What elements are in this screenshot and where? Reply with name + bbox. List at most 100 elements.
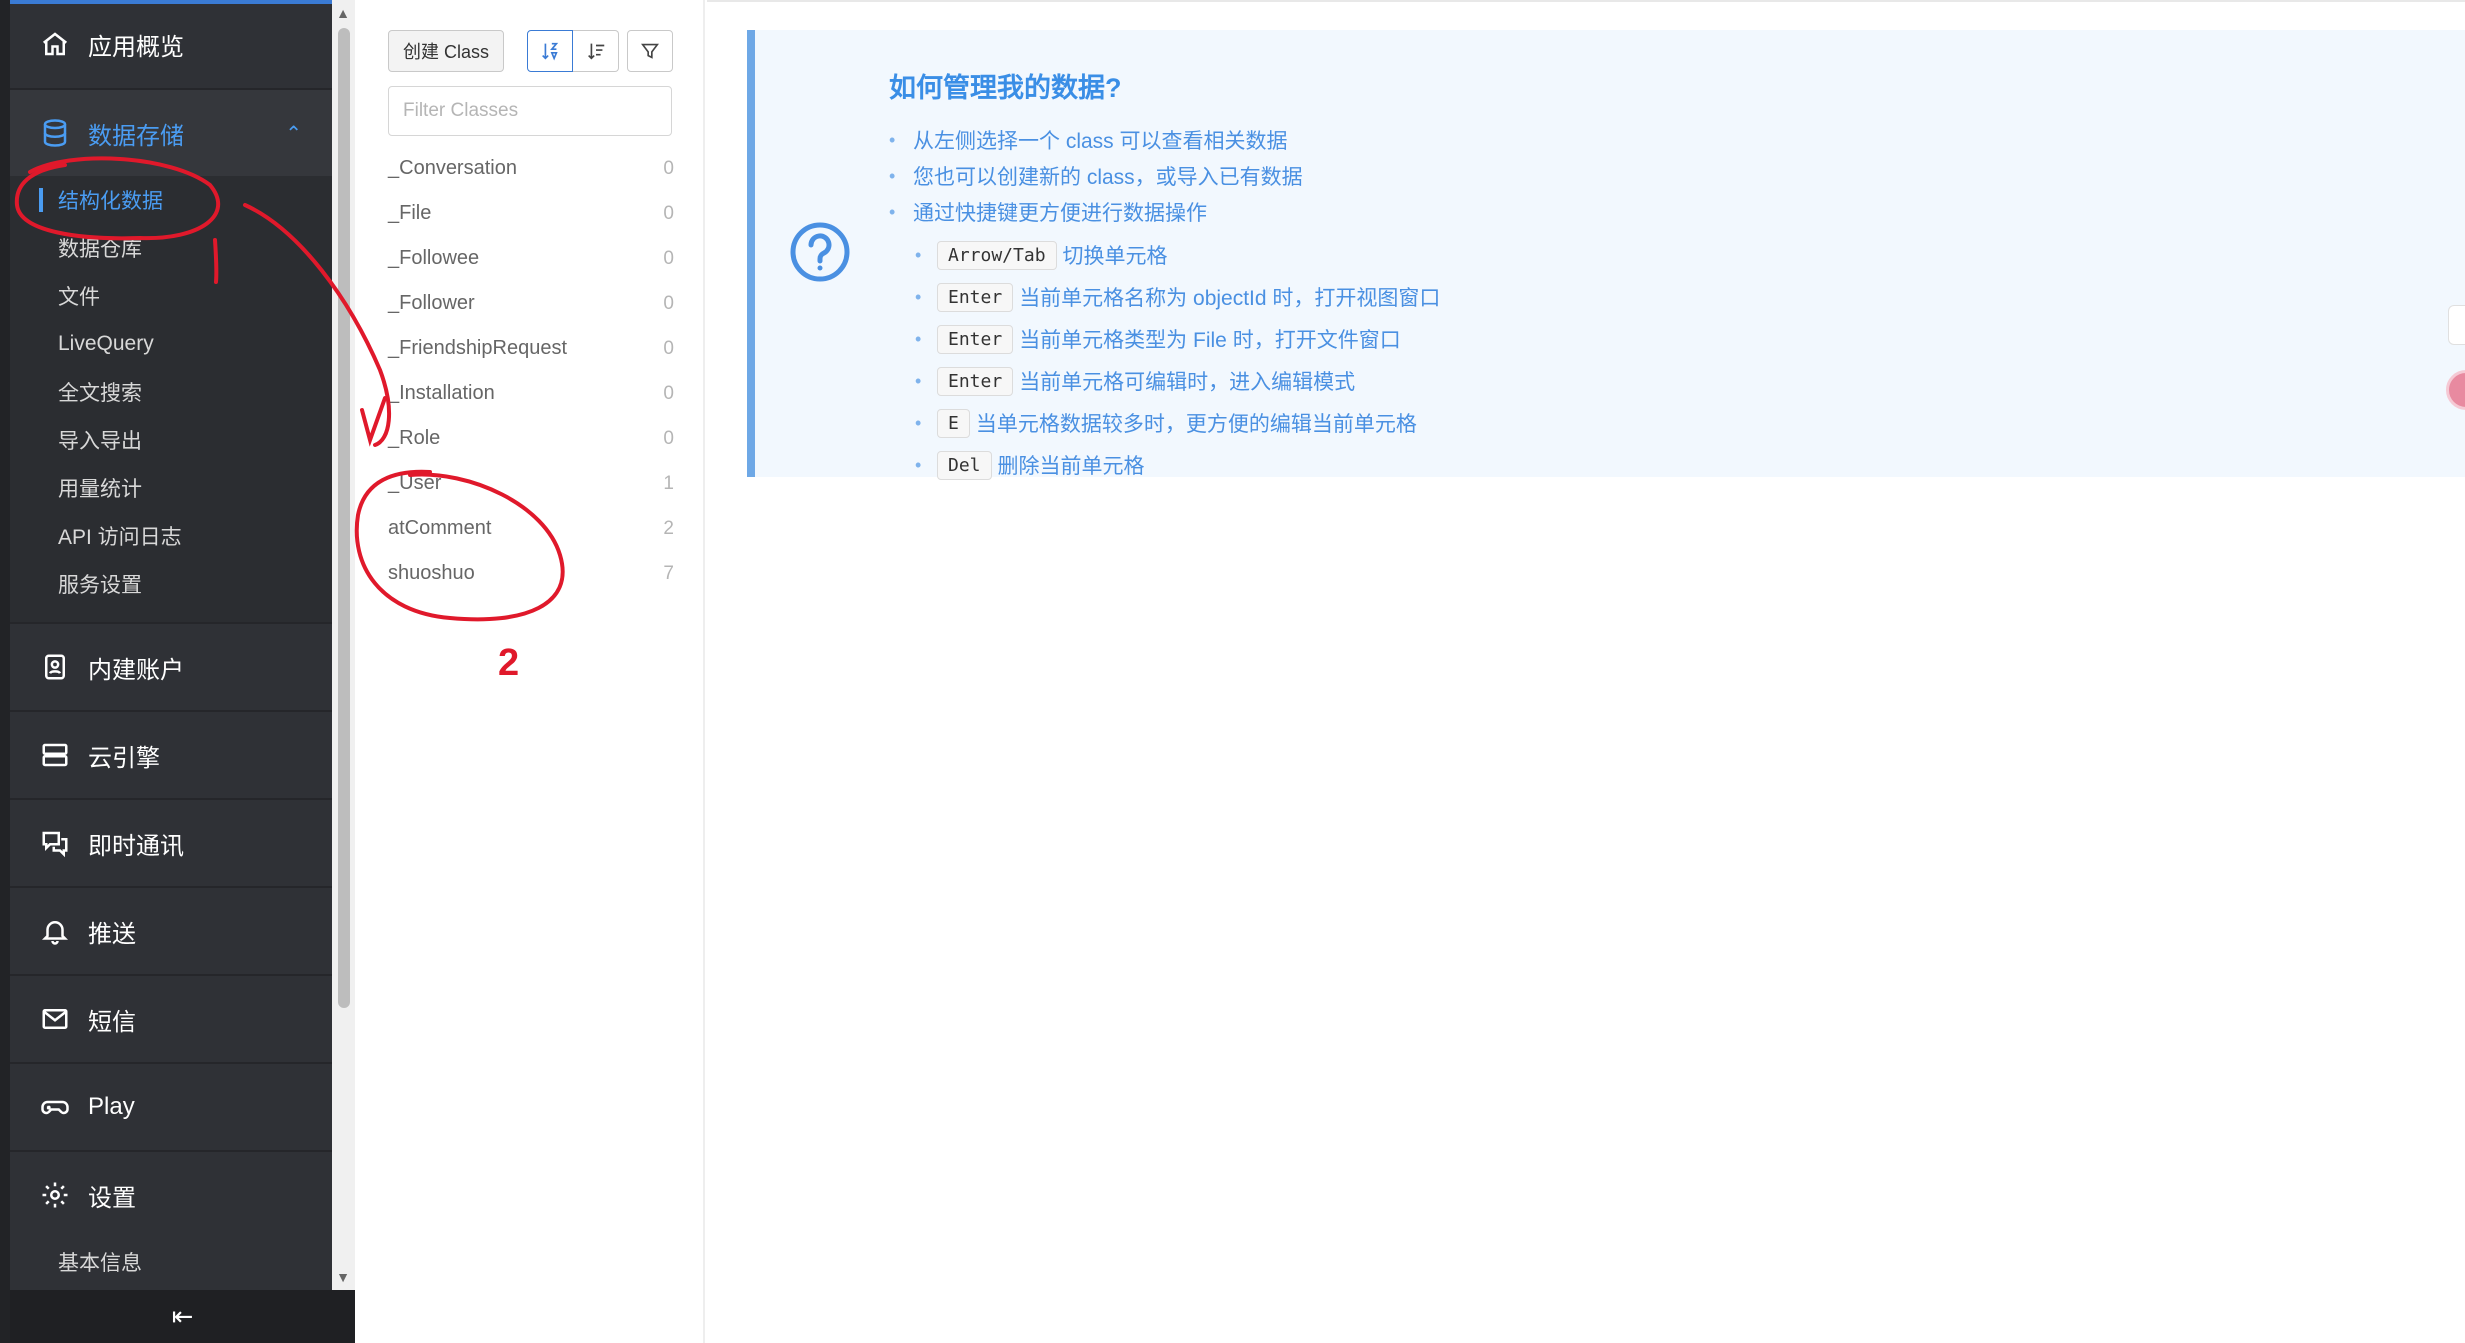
contact-card-icon bbox=[38, 650, 72, 684]
shortcut-key: Enter bbox=[937, 366, 1014, 396]
class-count: 0 bbox=[663, 247, 674, 269]
sub-livequery[interactable]: LiveQuery bbox=[10, 320, 332, 368]
nav-storage-label: 数据存储 bbox=[88, 122, 184, 150]
class-count: 0 bbox=[663, 382, 674, 404]
floating-grid-widget[interactable] bbox=[2448, 305, 2465, 345]
shortcut-desc: 当前单元格名称为 objectId 时，打开视图窗口 bbox=[1019, 287, 1441, 310]
class-count: 7 bbox=[663, 562, 674, 584]
filter-classes-input[interactable] bbox=[388, 86, 672, 136]
sub-import-export[interactable]: 导入导出 bbox=[10, 416, 332, 464]
chat-icon bbox=[38, 826, 72, 860]
help-bullets: • 从左侧选择一个 class 可以查看相关数据 • 您也可以创建新的 class，… bbox=[889, 122, 1303, 230]
nav-overview[interactable]: 应用概览 bbox=[10, 0, 332, 88]
nav-overview-label: 应用概览 bbox=[88, 33, 184, 61]
sub-files[interactable]: 文件 bbox=[10, 272, 332, 320]
help-title: 如何管理我的数据? bbox=[889, 73, 1122, 103]
help-bullet-text: 您也可以创建新的 class，或导入已有数据 bbox=[913, 166, 1303, 189]
class-item[interactable]: _User 1 bbox=[388, 461, 674, 506]
nav-settings[interactable]: 设置 bbox=[10, 1150, 332, 1238]
nav-im-label: 即时通讯 bbox=[88, 832, 184, 860]
class-item[interactable]: _File 0 bbox=[388, 191, 674, 236]
help-bullet-text: 从左侧选择一个 class 可以查看相关数据 bbox=[913, 130, 1288, 153]
sub-service-settings[interactable]: 服务设置 bbox=[10, 560, 332, 608]
nav-storage[interactable]: 数据存储 ⌃ bbox=[10, 88, 332, 176]
shortcut-desc: 当前单元格类型为 File 时，打开文件窗口 bbox=[1019, 329, 1401, 352]
shortcut-desc: 删除当前单元格 bbox=[997, 455, 1145, 478]
class-item[interactable]: _Installation 0 bbox=[388, 371, 674, 416]
nav-sms-label: 短信 bbox=[88, 1008, 136, 1036]
sort-alpha-icon bbox=[542, 42, 559, 61]
nav-push[interactable]: 推送 bbox=[10, 886, 332, 974]
class-count: 0 bbox=[663, 202, 674, 224]
main-content: 如何管理我的数据? • 从左侧选择一个 class 可以查看相关数据 • 您也可以创… bbox=[707, 0, 2465, 1343]
home-icon bbox=[38, 27, 72, 61]
sort-desc-icon bbox=[587, 43, 604, 60]
nav-engine-label: 云引擎 bbox=[88, 744, 160, 772]
class-name: _File bbox=[388, 202, 432, 224]
nav-im[interactable]: 即时通讯 bbox=[10, 798, 332, 886]
class-count: 0 bbox=[663, 157, 674, 179]
shortcut-item: • Del 删除当前单元格 bbox=[915, 444, 1440, 486]
class-name: _Followee bbox=[388, 247, 480, 269]
shortcut-item: • Enter 当前单元格可编辑时，进入编辑模式 bbox=[915, 360, 1440, 402]
class-count: 1 bbox=[663, 472, 674, 494]
shortcut-item: • Enter 当前单元格名称为 objectId 时，打开视图窗口 bbox=[915, 276, 1440, 318]
mail-icon bbox=[38, 1002, 72, 1036]
class-count: 2 bbox=[663, 517, 674, 539]
nav-sms[interactable]: 短信 bbox=[10, 974, 332, 1062]
create-class-button[interactable]: 创建 Class bbox=[388, 30, 504, 72]
storage-submenu: 结构化数据 数据仓库 文件 LiveQuery 全文搜索 导入导出 用量统计 A… bbox=[10, 176, 332, 622]
sub-basic-info[interactable]: 基本信息 bbox=[10, 1238, 332, 1286]
class-name: _FriendshipRequest bbox=[388, 337, 567, 359]
class-item[interactable]: _Followee 0 bbox=[388, 236, 674, 281]
sub-structured-data[interactable]: 结构化数据 bbox=[10, 176, 332, 224]
class-name: atComment bbox=[388, 517, 492, 539]
nav-settings-label: 设置 bbox=[88, 1184, 136, 1212]
class-item[interactable]: _Follower 0 bbox=[388, 281, 674, 326]
class-item[interactable]: atComment 2 bbox=[388, 506, 674, 551]
shortcut-key: Del bbox=[937, 450, 992, 480]
class-item[interactable]: shuoshuo 7 bbox=[388, 551, 674, 596]
sidebar-edge bbox=[0, 0, 10, 1343]
sub-api-logs[interactable]: API 访问日志 bbox=[10, 512, 332, 560]
shortcut-desc: 当前单元格可编辑时，进入编辑模式 bbox=[1019, 371, 1356, 394]
scroll-up-arrow-icon[interactable]: ▲ bbox=[334, 4, 352, 22]
class-count: 0 bbox=[663, 292, 674, 314]
sidebar-scroll-thumb[interactable] bbox=[338, 28, 350, 1008]
class-name: _User bbox=[388, 472, 442, 494]
gear-icon bbox=[38, 1178, 72, 1212]
nav-play[interactable]: Play bbox=[10, 1062, 332, 1150]
sidebar-collapse-button[interactable]: ⇤ bbox=[10, 1290, 355, 1343]
sub-usage-stats[interactable]: 用量统计 bbox=[10, 464, 332, 512]
shortcut-item: • Arrow/Tab 切换单元格 bbox=[915, 234, 1440, 276]
collapse-left-icon: ⇤ bbox=[171, 1301, 194, 1331]
question-circle-icon bbox=[790, 222, 850, 282]
sort-alpha-button[interactable] bbox=[527, 30, 573, 72]
class-item[interactable]: _FriendshipRequest 0 bbox=[388, 326, 674, 371]
chevron-up-icon: ⌃ bbox=[285, 122, 302, 145]
class-name: shuoshuo bbox=[388, 562, 475, 584]
server-icon bbox=[38, 738, 72, 772]
sidebar-nav: 应用概览 数据存储 ⌃ 结构化数据 数据仓库 文件 LiveQuery 全文搜索… bbox=[10, 0, 332, 1290]
help-panel: 如何管理我的数据? • 从左侧选择一个 class 可以查看相关数据 • 您也可以创… bbox=[747, 30, 2465, 480]
sidebar: 应用概览 数据存储 ⌃ 结构化数据 数据仓库 文件 LiveQuery 全文搜索… bbox=[0, 0, 355, 1343]
help-bullet: • 从左侧选择一个 class 可以查看相关数据 bbox=[889, 122, 1303, 158]
class-name: _Role bbox=[388, 427, 441, 449]
class-item[interactable]: _Role 0 bbox=[388, 416, 674, 461]
nav-engine[interactable]: 云引擎 bbox=[10, 710, 332, 798]
shortcut-list: • Arrow/Tab 切换单元格 • Enter 当前单元格名称为 objectId … bbox=[915, 234, 1440, 486]
shortcut-key: Enter bbox=[937, 324, 1014, 354]
sub-data-warehouse[interactable]: 数据仓库 bbox=[10, 224, 332, 272]
nav-auth[interactable]: 内建账户 bbox=[10, 622, 332, 710]
database-icon bbox=[38, 116, 72, 150]
class-item[interactable]: _Conversation 0 bbox=[388, 146, 674, 191]
filter-button[interactable] bbox=[627, 30, 673, 72]
sub-fulltext-search[interactable]: 全文搜索 bbox=[10, 368, 332, 416]
shortcut-item: • E 当单元格数据较多时，更方便的编辑当前单元格 bbox=[915, 402, 1440, 444]
filter-icon bbox=[641, 43, 659, 59]
sort-count-button[interactable] bbox=[573, 30, 619, 72]
class-name: _Conversation bbox=[388, 157, 517, 179]
shortcut-desc: 当单元格数据较多时，更方便的编辑当前单元格 bbox=[975, 413, 1417, 436]
help-bullet-text: 通过快捷键更方便进行数据操作 bbox=[913, 202, 1207, 225]
scroll-down-arrow-icon[interactable]: ▼ bbox=[334, 1268, 352, 1286]
